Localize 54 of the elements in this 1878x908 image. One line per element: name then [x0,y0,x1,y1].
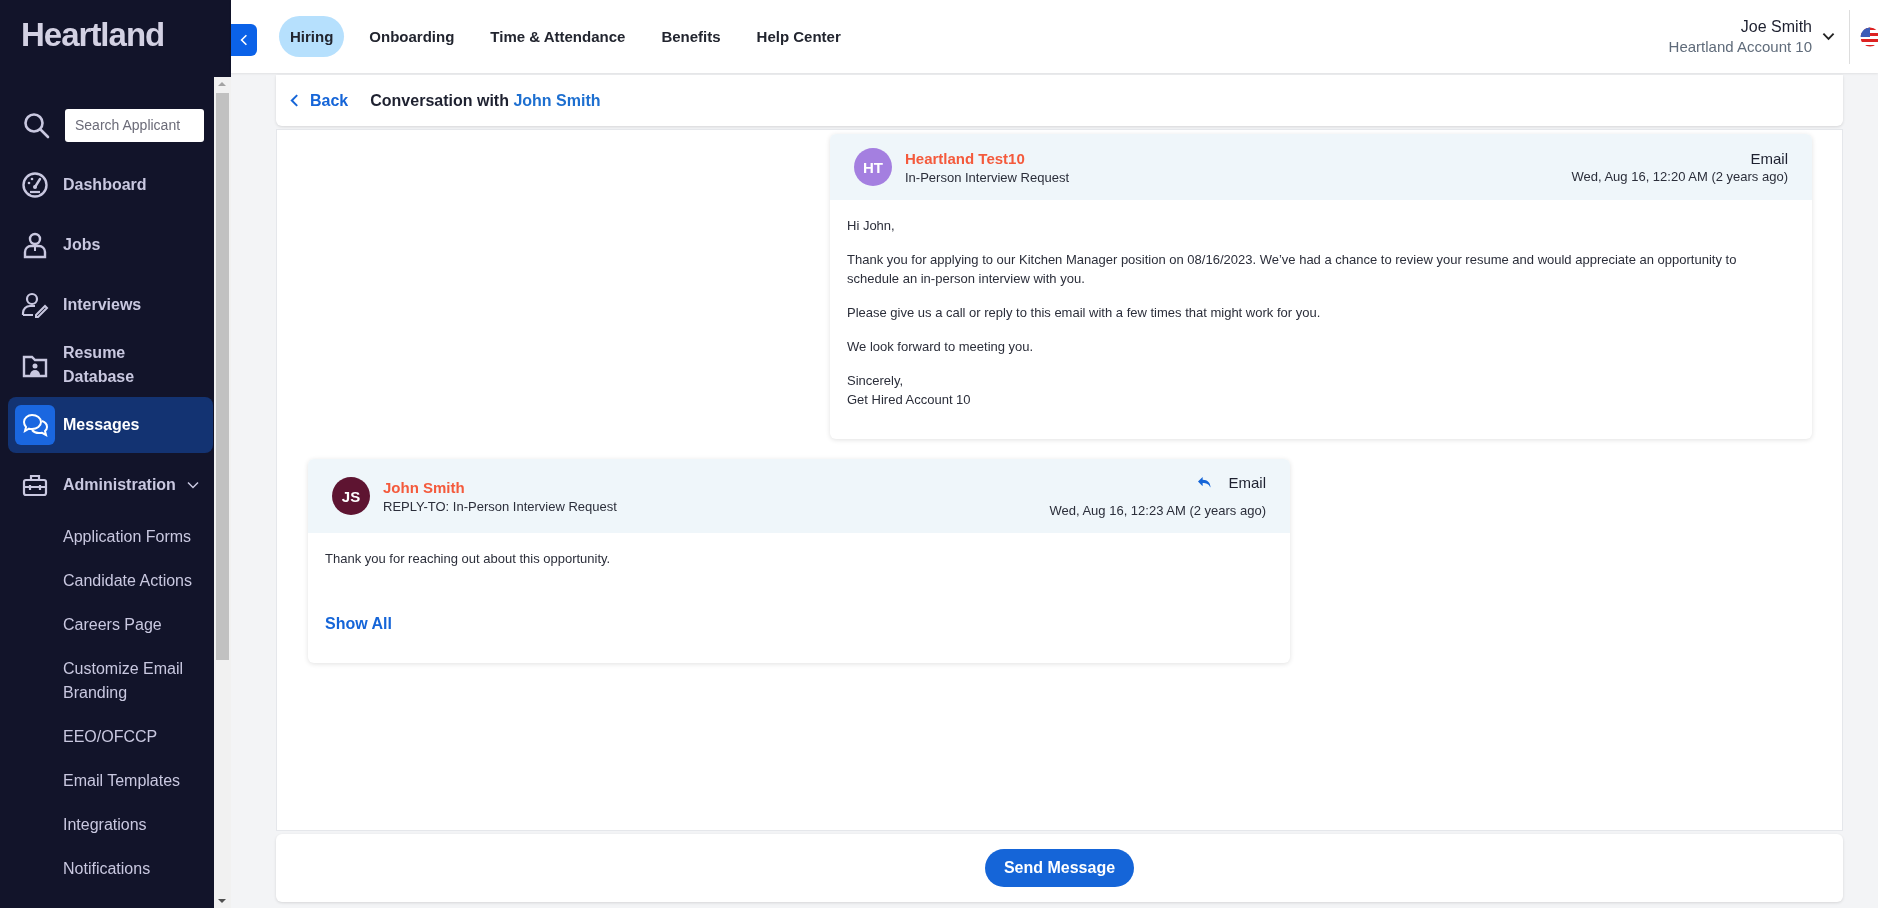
sidebar-item[interactable]: Jobs [8,217,213,273]
sidebar-subitem[interactable]: Notifications [0,847,203,891]
logo: Heartland [20,15,166,55]
back-link[interactable]: Back [290,91,349,110]
message-paragraph: Thank you for reaching out about this opportunity. [325,550,612,568]
chat-bubbles-icon [21,411,49,439]
nav-tab[interactable]: Time & Attendance [479,16,637,57]
sidebar-subitem[interactable]: Candidate Actions [0,559,203,603]
chevron-left-icon [240,34,248,46]
nav-tab[interactable]: Onboarding [358,16,466,57]
sidebar-subitem[interactable]: Application Forms [0,515,203,559]
sidebar-subitem[interactable]: EEO/OFCCP [0,715,203,759]
conversation-title: Conversation with John Smith [370,91,601,110]
channel-label: Email [1750,150,1788,167]
collapse-button[interactable] [231,24,257,56]
sidebar-subitem[interactable]: Email Templates [0,759,203,803]
sidebar-item[interactable]: Dashboard [8,157,213,213]
send-message-button[interactable]: Send Message [984,849,1135,887]
timestamp: Wed, Aug 16, 12:23 AM (2 years ago) [1049,503,1266,518]
person-pen-icon [21,291,49,319]
sidebar-item[interactable]: Resume Database [8,337,213,393]
dashboard-gauge-icon [21,171,49,199]
channel-label: Email [1228,474,1266,491]
timestamp: Wed, Aug 16, 12:20 AM (2 years ago) [1571,169,1788,184]
avatar: JS [332,477,370,515]
sidebar-subitem[interactable]: Integrations [0,803,203,847]
sidebar-item[interactable]: Interviews [8,277,213,333]
scrollbar[interactable] [214,77,231,908]
chevron-down-icon[interactable] [1822,32,1835,41]
message-paragraph: Sincerely, Get Hired Account 10 [847,372,972,409]
message-paragraph: Hi John, [847,217,896,235]
nav-tab[interactable]: Help Center [745,16,852,57]
avatar: HT [854,148,892,186]
sidebar-item[interactable]: Messages [8,397,213,453]
sidebar-subitem[interactable]: Customize Email Branding [0,647,203,715]
search-icon [22,111,50,139]
sender-name: Heartland Test10 [905,149,1026,167]
message-paragraph: Please give us a call or reply to this email with a few times that might work for you. [847,304,1322,322]
sender-name: John Smith [383,478,466,496]
search-field[interactable]: Search Applicant [65,108,204,142]
message-subject: REPLY-TO: In-Person Interview Request [383,498,618,514]
message-paragraph: Thank you for applying to our Kitchen Manager position on 08/16/2023. We’ve had a chance to review your resume and would appreciate an opportunity to schedule an in-person interview with you. [847,251,1738,288]
message-subject: In-Person Interview Request [905,169,1071,185]
show-all-link[interactable]: Show All [325,615,392,633]
sidebar-subitem[interactable]: Careers Page [0,603,203,647]
nav-tab[interactable]: Hiring [279,16,345,57]
user-name[interactable]: Joe Smith [1668,18,1812,36]
sidebar-item[interactable]: Administration [8,457,213,513]
account-name: Heartland Account 10 [1668,38,1812,55]
chevron-left-icon [290,94,299,107]
flag-icon[interactable] [1860,26,1878,47]
person-icon [21,231,49,259]
message-paragraph: We look forward to meeting you. [847,338,1035,356]
nav-tab[interactable]: Benefits [650,16,732,57]
